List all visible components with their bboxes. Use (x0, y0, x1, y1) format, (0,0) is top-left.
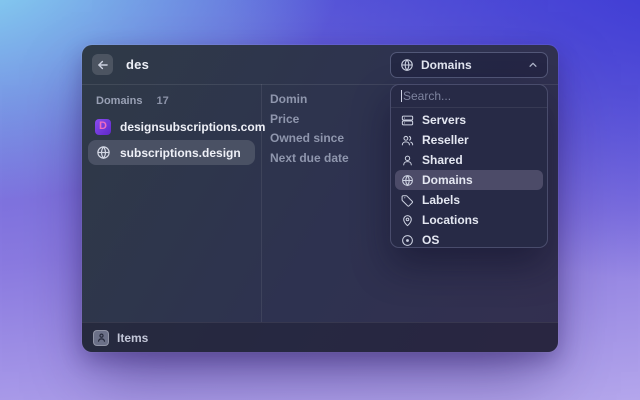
items-app-logo-icon (93, 330, 109, 346)
results-header: Domains 17 (88, 90, 255, 114)
back-button[interactable] (92, 54, 113, 75)
category-button-label: Domains (421, 58, 472, 72)
list-item-label: designsubscriptions.com (120, 120, 265, 134)
chevron-up-icon (528, 60, 538, 70)
menu-item-os[interactable]: OS (395, 230, 543, 248)
results-panel: Domains 17 D designsubscriptions.com sub… (82, 84, 262, 322)
arrow-left-icon (96, 58, 110, 72)
list-item-label: subscriptions.design (120, 146, 241, 160)
menu-item-servers[interactable]: Servers (395, 110, 543, 130)
text-cursor (401, 90, 402, 102)
map-pin-icon (401, 214, 414, 227)
menu-item-label: Locations (422, 213, 479, 227)
tag-icon (401, 194, 414, 207)
command-palette-window: Domains Domains 17 D designsubscriptions… (82, 45, 558, 352)
desktop-background: Domains Domains 17 D designsubscriptions… (0, 0, 640, 400)
disc-icon (401, 234, 414, 247)
search-input[interactable] (124, 56, 390, 73)
menu-item-label: Shared (422, 153, 463, 167)
globe-icon (400, 58, 414, 72)
dropdown-search-input[interactable] (403, 89, 537, 103)
footer-label: Items (117, 331, 148, 345)
globe-icon (401, 174, 414, 187)
footer-bar: Items (82, 322, 558, 352)
category-dropdown-button[interactable]: Domains (390, 52, 548, 78)
menu-item-label: Servers (422, 113, 466, 127)
dropdown-list: Servers Reseller Shared (391, 108, 547, 248)
d-brand-logo-icon: D (95, 119, 111, 135)
results-count: 17 (156, 95, 168, 107)
results-header-label: Domains (96, 95, 142, 107)
menu-item-domains[interactable]: Domains (395, 170, 543, 190)
dropdown-search-row[interactable] (391, 85, 547, 108)
menu-item-locations[interactable]: Locations (395, 210, 543, 230)
server-icon (401, 114, 414, 127)
globe-icon (95, 145, 111, 161)
menu-item-label: Labels (422, 193, 460, 207)
user-icon (401, 154, 414, 167)
users-icon (401, 134, 414, 147)
menu-item-label: OS (422, 233, 439, 247)
menu-item-labels[interactable]: Labels (395, 190, 543, 210)
menu-item-label: Reseller (422, 133, 469, 147)
top-bar: Domains (82, 45, 558, 85)
menu-item-label: Domains (422, 173, 473, 187)
category-dropdown-menu: Servers Reseller Shared (390, 84, 548, 248)
menu-item-shared[interactable]: Shared (395, 150, 543, 170)
menu-item-reseller[interactable]: Reseller (395, 130, 543, 150)
list-item-designsubscriptions[interactable]: D designsubscriptions.com (88, 114, 255, 139)
list-item-subscriptions-design[interactable]: subscriptions.design (88, 140, 255, 165)
